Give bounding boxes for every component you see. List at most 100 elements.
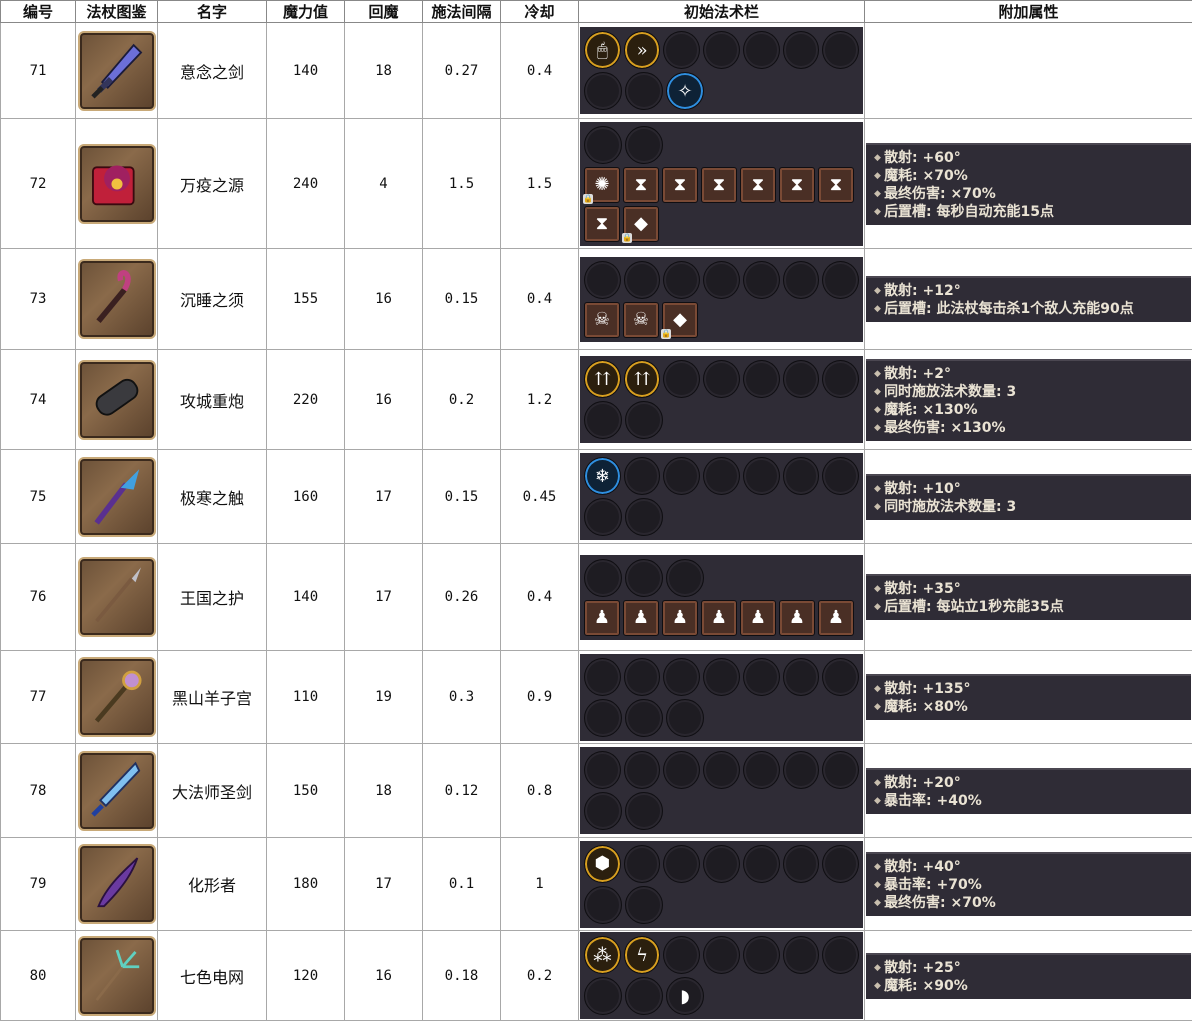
spell-slot[interactable]	[783, 261, 820, 299]
ice-blade-icon[interactable]	[78, 751, 156, 831]
spell-slot[interactable]: ✧	[666, 72, 704, 110]
crystal-sword-icon[interactable]	[78, 31, 156, 111]
spell-slot[interactable]: ⧗	[818, 167, 854, 203]
spell-slot[interactable]	[625, 792, 663, 830]
spell-slot[interactable]: ◆🔒	[662, 302, 698, 338]
spell-slot[interactable]	[663, 31, 700, 69]
spell-slot[interactable]	[584, 792, 622, 830]
spell-slot[interactable]	[703, 845, 740, 883]
spell-slot[interactable]	[822, 360, 859, 398]
spell-slot[interactable]	[624, 751, 661, 789]
spell-slot[interactable]	[584, 72, 622, 110]
spell-slot[interactable]	[625, 498, 663, 536]
spell-slot[interactable]	[625, 72, 663, 110]
spell-slot[interactable]	[822, 751, 859, 789]
spell-slot[interactable]	[822, 936, 859, 974]
branch-staff-icon[interactable]	[78, 936, 156, 1016]
spell-slot[interactable]	[666, 559, 704, 597]
spell-slot[interactable]	[663, 360, 700, 398]
spell-slot[interactable]	[625, 126, 663, 164]
spear-icon[interactable]	[78, 557, 156, 637]
spell-slot[interactable]	[625, 559, 663, 597]
eye-scepter-icon[interactable]	[78, 657, 156, 737]
spell-slot[interactable]	[624, 845, 661, 883]
spell-slot[interactable]	[663, 457, 700, 495]
shadow-blade-icon[interactable]	[78, 844, 156, 924]
spell-slot[interactable]	[783, 845, 820, 883]
spell-slot[interactable]	[584, 498, 622, 536]
spell-slot[interactable]: ♟	[623, 600, 659, 636]
spell-slot[interactable]	[584, 126, 622, 164]
spell-slot[interactable]	[783, 751, 820, 789]
spell-slot[interactable]	[625, 977, 663, 1015]
spell-slot[interactable]: ⧗	[584, 206, 620, 242]
spell-slot[interactable]	[822, 457, 859, 495]
spell-slot[interactable]: ❄	[584, 457, 621, 495]
spell-slot[interactable]	[703, 936, 740, 974]
plague-tome-icon[interactable]	[78, 144, 156, 224]
spell-slot[interactable]	[743, 751, 780, 789]
spell-slot[interactable]	[743, 845, 780, 883]
spell-slot[interactable]: ⬢	[584, 845, 621, 883]
spell-slot[interactable]	[822, 31, 859, 69]
tentacle-staff-icon[interactable]	[78, 259, 156, 339]
spell-slot[interactable]	[743, 936, 780, 974]
spell-slot[interactable]: ♟	[701, 600, 737, 636]
spell-slot[interactable]: ϟ	[624, 936, 661, 974]
spell-slot[interactable]	[783, 31, 820, 69]
spell-slot[interactable]: ◆🔒	[623, 206, 659, 242]
spell-slot[interactable]	[584, 261, 621, 299]
spell-slot[interactable]: ✺🔒	[584, 167, 620, 203]
spell-slot[interactable]: ◗	[666, 977, 704, 1015]
spell-slot[interactable]	[663, 936, 700, 974]
spell-slot[interactable]	[584, 977, 622, 1015]
spell-slot[interactable]	[743, 31, 780, 69]
spell-slot[interactable]: ♟	[662, 600, 698, 636]
spell-slot[interactable]	[743, 261, 780, 299]
spell-slot[interactable]	[624, 658, 661, 696]
spell-slot[interactable]: ⇈	[624, 360, 661, 398]
spell-slot[interactable]: ♟	[779, 600, 815, 636]
spell-slot[interactable]: ⧗	[662, 167, 698, 203]
spell-slot[interactable]: ⇈	[584, 360, 621, 398]
spell-slot[interactable]	[624, 457, 661, 495]
spell-slot[interactable]	[822, 658, 859, 696]
spell-slot[interactable]: »	[624, 31, 661, 69]
spell-slot[interactable]	[584, 401, 622, 439]
spell-slot[interactable]	[783, 360, 820, 398]
spell-slot[interactable]	[666, 699, 704, 737]
spell-slot[interactable]	[584, 658, 621, 696]
spell-slot[interactable]	[822, 261, 859, 299]
frost-staff-icon[interactable]	[78, 457, 156, 537]
spell-slot[interactable]: ♟	[584, 600, 620, 636]
spell-slot[interactable]: ⁂	[584, 936, 621, 974]
spell-slot[interactable]	[703, 751, 740, 789]
spell-slot[interactable]	[625, 401, 663, 439]
spell-slot[interactable]	[663, 261, 700, 299]
spell-slot[interactable]	[783, 936, 820, 974]
spell-slot[interactable]	[663, 658, 700, 696]
spell-slot[interactable]	[625, 886, 663, 924]
spell-slot[interactable]	[703, 360, 740, 398]
spell-slot[interactable]	[584, 886, 622, 924]
spell-slot[interactable]	[663, 751, 700, 789]
spell-slot[interactable]: ☠	[584, 302, 620, 338]
spell-slot[interactable]	[783, 658, 820, 696]
spell-slot[interactable]	[703, 457, 740, 495]
spell-slot[interactable]: 🖱	[584, 31, 621, 69]
spell-slot[interactable]	[743, 457, 780, 495]
spell-slot[interactable]	[625, 699, 663, 737]
spell-slot[interactable]	[783, 457, 820, 495]
spell-slot[interactable]	[703, 658, 740, 696]
spell-slot[interactable]	[743, 658, 780, 696]
spell-slot[interactable]: ♟	[818, 600, 854, 636]
spell-slot[interactable]	[584, 559, 622, 597]
spell-slot[interactable]	[584, 751, 621, 789]
spell-slot[interactable]: ⧗	[623, 167, 659, 203]
spell-slot[interactable]: ♟	[740, 600, 776, 636]
spell-slot[interactable]	[743, 360, 780, 398]
spell-slot[interactable]: ⧗	[740, 167, 776, 203]
spell-slot[interactable]: ⧗	[701, 167, 737, 203]
spell-slot[interactable]	[703, 31, 740, 69]
spell-slot[interactable]	[584, 699, 622, 737]
